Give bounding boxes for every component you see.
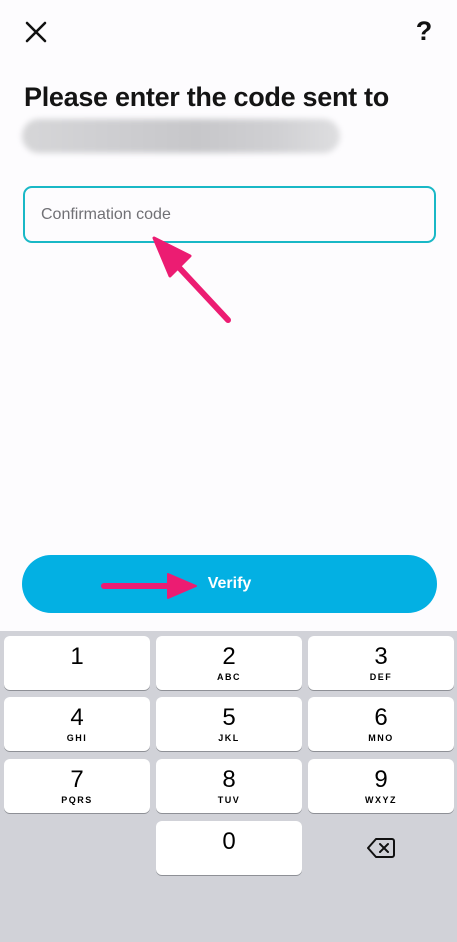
- verify-button[interactable]: Verify: [22, 555, 437, 613]
- key-number: 0: [222, 827, 236, 855]
- key-number: 6: [374, 703, 388, 731]
- key-letters: TUV: [217, 794, 241, 805]
- key-5[interactable]: 5 JKL: [156, 697, 302, 751]
- key-number: 5: [222, 703, 236, 731]
- close-icon: [25, 21, 47, 43]
- key-9[interactable]: 9 WXYZ: [308, 759, 454, 813]
- numeric-keypad: 1 2 ABC 3 DEF 4 GHI 5 JKL 6 MNO 7 PQRS 8…: [0, 631, 457, 942]
- redacted-email: [22, 119, 340, 153]
- key-letters: ABC: [217, 671, 241, 682]
- backspace-button[interactable]: [308, 821, 454, 875]
- page-title: Please enter the code sent to: [24, 82, 389, 112]
- key-0[interactable]: 0: [156, 821, 302, 875]
- key-number: 4: [70, 703, 84, 731]
- key-1[interactable]: 1: [4, 636, 150, 690]
- key-letters: GHI: [66, 732, 88, 743]
- top-bar: ?: [0, 0, 457, 62]
- key-number: 1: [70, 642, 84, 670]
- key-letters: MNO: [368, 732, 394, 743]
- key-letters: JKL: [218, 732, 240, 743]
- key-number: 2: [222, 642, 236, 670]
- key-2[interactable]: 2 ABC: [156, 636, 302, 690]
- key-7[interactable]: 7 PQRS: [4, 759, 150, 813]
- key-number: 3: [374, 642, 388, 670]
- key-3[interactable]: 3 DEF: [308, 636, 454, 690]
- key-4[interactable]: 4 GHI: [4, 697, 150, 751]
- backspace-icon: [367, 838, 395, 858]
- annotation-arrow-icon: [101, 573, 197, 599]
- key-letters: DEF: [369, 671, 393, 682]
- key-letters: WXYZ: [365, 794, 397, 805]
- key-number: 8: [222, 765, 236, 793]
- help-button[interactable]: ?: [409, 14, 439, 48]
- key-letters: PQRS: [61, 794, 93, 805]
- annotation-arrow-icon: [152, 236, 231, 323]
- key-number: 7: [70, 765, 84, 793]
- key-8[interactable]: 8 TUV: [156, 759, 302, 813]
- key-number: 9: [374, 765, 388, 793]
- close-button[interactable]: [20, 16, 52, 48]
- key-6[interactable]: 6 MNO: [308, 697, 454, 751]
